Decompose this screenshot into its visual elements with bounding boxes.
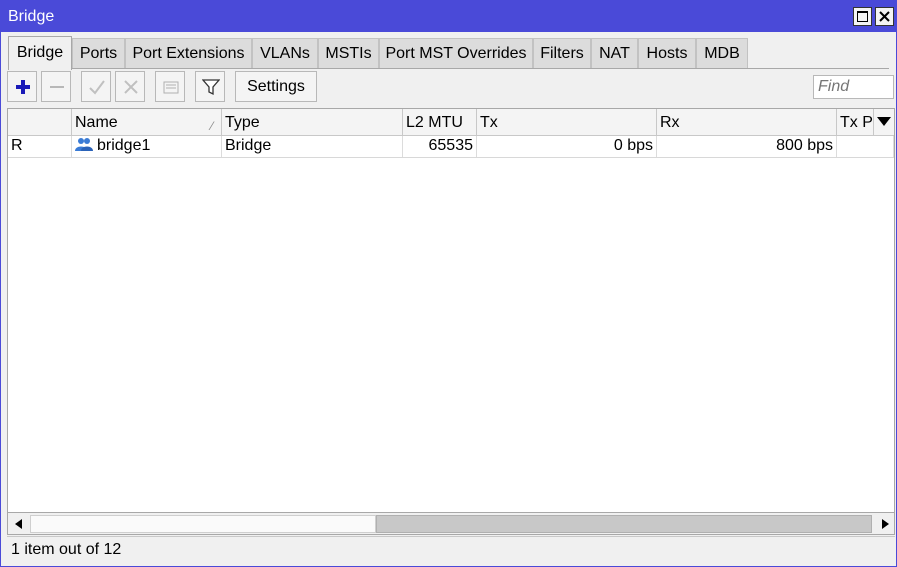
status-bar: 1 item out of 12 — [7, 536, 895, 563]
column-tx-packets[interactable]: Tx Pa — [837, 109, 874, 135]
tab-hosts[interactable]: Hosts — [638, 38, 696, 69]
tab-port-mst-overrides[interactable]: Port MST Overrides — [379, 38, 533, 69]
column-name[interactable]: Name ⁄ — [72, 109, 222, 135]
tab-bridge[interactable]: Bridge — [8, 36, 72, 70]
find-input[interactable] — [813, 75, 894, 99]
cell-flag: R — [8, 136, 72, 157]
toolbar: Settings — [1, 69, 896, 107]
table-row[interactable]: R bridge1 Bridge 65535 0 bps 800 bps — [8, 136, 894, 158]
tab-mstis[interactable]: MSTIs — [318, 38, 379, 69]
comment-button[interactable] — [155, 71, 185, 102]
sort-icon: ⁄ — [210, 119, 213, 133]
column-flag[interactable] — [8, 109, 72, 135]
enable-button[interactable] — [81, 71, 111, 102]
maximize-button[interactable] — [853, 7, 872, 26]
column-name-label: Name — [75, 114, 118, 131]
column-type[interactable]: Type — [222, 109, 403, 135]
cell-name-text: bridge1 — [97, 137, 151, 154]
column-tx[interactable]: Tx — [477, 109, 657, 135]
bridge-window: Bridge Bridge Ports Port Extensions VLAN… — [0, 0, 897, 567]
cell-l2-mtu: 65535 — [403, 136, 477, 157]
settings-button[interactable]: Settings — [235, 71, 317, 102]
cell-tx-packets — [837, 136, 894, 157]
tab-filters[interactable]: Filters — [533, 38, 591, 69]
column-rx[interactable]: Rx — [657, 109, 837, 135]
tab-port-extensions[interactable]: Port Extensions — [125, 38, 252, 69]
comment-icon — [163, 81, 179, 94]
add-button[interactable] — [7, 71, 37, 102]
cell-tx: 0 bps — [477, 136, 657, 157]
users-icon — [75, 138, 93, 151]
tab-nat[interactable]: NAT — [591, 38, 638, 69]
scrollbar-thumb[interactable] — [376, 515, 872, 533]
cell-type: Bridge — [222, 136, 403, 157]
item-count: 1 item out of 12 — [11, 541, 122, 558]
bridge-table: Name ⁄ Type L2 MTU Tx Rx Tx Pa R bridge1 … — [7, 108, 895, 513]
filter-button[interactable] — [195, 71, 225, 102]
title-bar[interactable]: Bridge — [1, 1, 896, 32]
tab-vlans[interactable]: VLANs — [252, 38, 318, 69]
disable-button[interactable] — [115, 71, 145, 102]
chevron-down-icon — [877, 117, 891, 126]
tab-ports[interactable]: Ports — [72, 38, 125, 69]
filter-icon — [202, 79, 220, 96]
scroll-left-icon[interactable] — [11, 516, 27, 532]
x-icon — [124, 80, 138, 94]
minus-icon — [50, 86, 64, 88]
scrollbar-track[interactable] — [30, 515, 376, 533]
column-menu-button[interactable] — [874, 109, 894, 135]
table-header: Name ⁄ Type L2 MTU Tx Rx Tx Pa — [8, 109, 894, 136]
cell-rx: 800 bps — [657, 136, 837, 157]
plus-icon — [16, 80, 30, 94]
scroll-right-icon[interactable] — [877, 516, 893, 532]
close-button[interactable] — [875, 7, 894, 26]
cell-name: bridge1 — [72, 136, 222, 157]
close-icon — [879, 11, 890, 22]
column-l2-mtu[interactable]: L2 MTU — [403, 109, 477, 135]
window-title: Bridge — [8, 8, 55, 25]
tab-mdb[interactable]: MDB — [696, 38, 748, 69]
horizontal-scrollbar[interactable] — [7, 513, 895, 535]
check-icon — [89, 80, 105, 95]
remove-button[interactable] — [41, 71, 71, 102]
